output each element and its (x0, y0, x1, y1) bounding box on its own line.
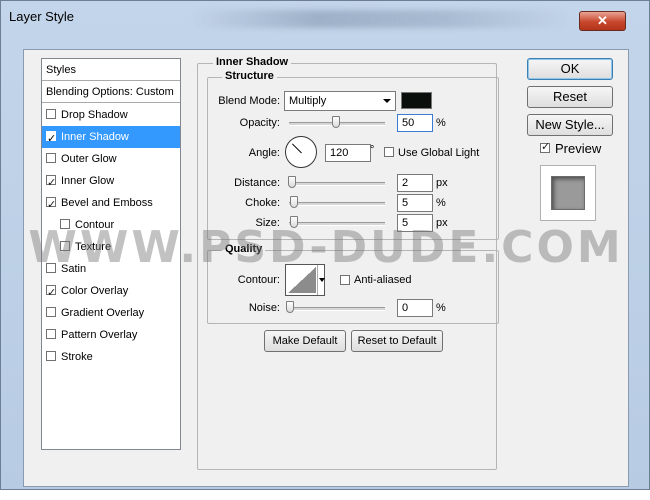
distance-input[interactable]: 2 (397, 174, 433, 192)
opacity-unit: % (436, 117, 446, 129)
blending-options-item[interactable]: Blending Options: Custom (42, 81, 180, 103)
inner-glow-checkbox[interactable] (46, 172, 56, 194)
dialog-body: Styles Blending Options: Custom Drop Sha… (23, 49, 629, 487)
list-item-label: Texture (75, 241, 112, 253)
anti-aliased-checkbox[interactable] (340, 275, 350, 285)
opacity-input[interactable]: 50 (397, 114, 433, 132)
noise-label: Noise: (248, 302, 280, 314)
list-item-label: Color Overlay (61, 285, 129, 297)
layer-style-window: Layer Style ✕ Styles Blending Options: C… (0, 0, 650, 490)
styles-list: Styles Blending Options: Custom Drop Sha… (41, 58, 181, 450)
contour-checkbox[interactable] (60, 219, 70, 230)
blend-mode-label: Blend Mode: (218, 95, 280, 107)
list-item-label: Stroke (61, 351, 93, 363)
pattern-overlay-checkbox[interactable] (46, 329, 56, 340)
texture-checkbox[interactable] (60, 241, 70, 252)
list-item-label: Pattern Overlay (61, 329, 138, 341)
list-item-drop-shadow[interactable]: Drop Shadow (42, 104, 180, 126)
angle-dial[interactable] (285, 136, 317, 168)
choke-slider-thumb[interactable] (290, 196, 298, 208)
anti-aliased-label: Anti-aliased (354, 274, 412, 286)
preview-swatch (551, 176, 585, 210)
size-label: Size: (255, 217, 280, 229)
window-title: Layer Style (9, 9, 75, 24)
list-item-gradient-overlay[interactable]: Gradient Overlay (42, 302, 180, 324)
inner-shadow-title: Inner Shadow (213, 56, 292, 68)
angle-dial-needle (291, 143, 302, 154)
list-item-label: Inner Glow (61, 175, 115, 187)
distance-unit: px (436, 177, 448, 189)
styles-header[interactable]: Styles (42, 59, 180, 81)
inner-shadow-checkbox[interactable] (46, 128, 56, 150)
distance-label: Distance: (234, 177, 280, 189)
shadow-color-swatch[interactable] (401, 92, 432, 109)
list-item-bevel-emboss[interactable]: Bevel and Emboss (42, 192, 180, 216)
list-item-label: Gradient Overlay (61, 307, 145, 319)
distance-slider-thumb[interactable] (288, 176, 296, 188)
list-item-contour[interactable]: Contour (42, 214, 180, 236)
new-style-button[interactable]: New Style... (527, 114, 613, 136)
list-item-label: Satin (61, 263, 87, 275)
close-button[interactable]: ✕ (579, 11, 626, 31)
list-item-color-overlay[interactable]: Color Overlay (42, 280, 180, 304)
choke-label: Choke: (245, 197, 280, 209)
gradient-overlay-checkbox[interactable] (46, 307, 56, 318)
list-item-pattern-overlay[interactable]: Pattern Overlay (42, 324, 180, 346)
contour-curve-icon (288, 267, 316, 293)
list-item-label: Drop Shadow (61, 109, 128, 121)
choke-input[interactable]: 5 (397, 194, 433, 212)
opacity-label: Opacity: (239, 117, 280, 129)
color-overlay-checkbox[interactable] (46, 282, 56, 304)
bevel-emboss-checkbox[interactable] (46, 194, 56, 216)
global-light-label: Use Global Light (398, 147, 480, 159)
noise-input[interactable]: 0 (397, 299, 433, 317)
preview-checkbox[interactable] (540, 140, 550, 153)
size-input[interactable]: 5 (397, 214, 433, 232)
list-item-label: Outer Glow (61, 153, 117, 165)
distance-slider-track[interactable] (289, 182, 385, 186)
reset-button[interactable]: Reset (527, 86, 613, 108)
make-default-button[interactable]: Make Default (264, 330, 346, 352)
opacity-slider-thumb[interactable] (332, 116, 340, 128)
chevron-down-icon (383, 99, 391, 103)
outer-glow-checkbox[interactable] (46, 153, 56, 164)
list-item-texture[interactable]: Texture (42, 236, 180, 258)
size-unit: px (436, 217, 448, 229)
list-item-outer-glow[interactable]: Outer Glow (42, 148, 180, 170)
list-item-stroke[interactable]: Stroke (42, 346, 180, 368)
contour-label: Contour: (237, 274, 280, 286)
list-item-satin[interactable]: Satin (42, 258, 180, 280)
ok-button[interactable]: OK (527, 58, 613, 80)
chevron-down-icon[interactable] (317, 265, 326, 295)
satin-checkbox[interactable] (46, 263, 56, 274)
noise-slider-thumb[interactable] (286, 301, 294, 313)
angle-input[interactable]: 120 (325, 144, 371, 162)
contour-picker[interactable] (285, 264, 325, 296)
drop-shadow-checkbox[interactable] (46, 109, 56, 120)
blend-mode-value: Multiply (289, 95, 327, 107)
choke-unit: % (436, 197, 446, 209)
noise-slider-track[interactable] (289, 307, 385, 311)
list-item-label: Bevel and Emboss (61, 197, 153, 209)
size-slider-thumb[interactable] (290, 216, 298, 228)
stroke-checkbox[interactable] (46, 351, 56, 362)
quality-title: Quality (222, 243, 266, 255)
list-item-inner-shadow[interactable]: Inner Shadow (42, 126, 180, 150)
choke-slider-track[interactable] (289, 202, 385, 206)
list-item-label: Inner Shadow (61, 131, 129, 143)
global-light-checkbox[interactable] (384, 147, 394, 157)
angle-unit: ° (370, 144, 375, 156)
blend-mode-select[interactable]: Multiply (284, 91, 396, 111)
reset-to-default-button[interactable]: Reset to Default (351, 330, 443, 352)
angle-label: Angle: (248, 147, 280, 159)
size-slider-track[interactable] (289, 222, 385, 226)
preview-label: Preview (555, 141, 602, 156)
structure-title: Structure (222, 70, 277, 82)
list-item-inner-glow[interactable]: Inner Glow (42, 170, 180, 194)
style-preview-thumbnail (540, 165, 596, 221)
blurred-background (191, 10, 571, 28)
title-bar: Layer Style ✕ (1, 1, 649, 31)
list-item-label: Contour (75, 219, 115, 231)
noise-unit: % (436, 302, 446, 314)
